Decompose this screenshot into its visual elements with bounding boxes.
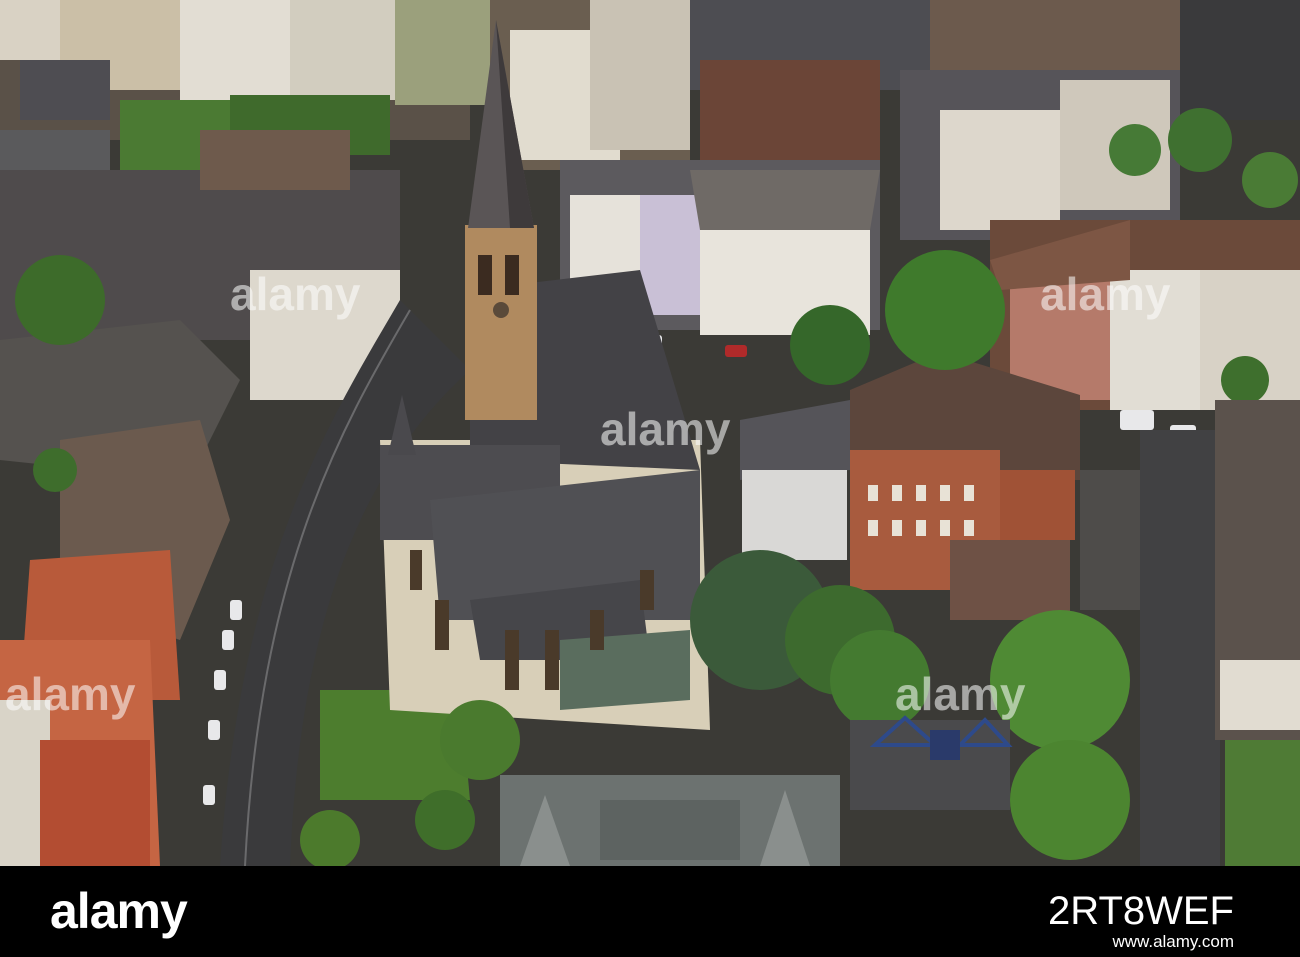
watermark-text: alamy — [5, 668, 136, 720]
watermark-text: alamy — [1040, 268, 1171, 320]
brick-school-building — [850, 352, 1080, 620]
footer-image-id: 2RT8WEF — [1048, 889, 1234, 933]
residential-block-top-center — [490, 0, 940, 170]
watermark-text: alamy — [230, 268, 361, 320]
watermark-text: alamy — [895, 668, 1026, 720]
grey-roof-building-bottom — [500, 775, 840, 866]
residential-block-right — [1215, 400, 1300, 866]
footer-url[interactable]: www.alamy.com — [1112, 932, 1234, 952]
watermark-text: alamy — [600, 403, 731, 455]
white-house — [740, 400, 850, 560]
footer-bar: alamy 2RT8WEF www.alamy.com — [0, 866, 1300, 957]
playground — [850, 715, 1013, 810]
school-courtyard — [1080, 470, 1140, 610]
footer-logo[interactable]: alamy — [50, 880, 188, 942]
right-street — [1140, 430, 1220, 866]
aerial-photo: alamy alamy alamy alamy alamy — [0, 0, 1300, 866]
